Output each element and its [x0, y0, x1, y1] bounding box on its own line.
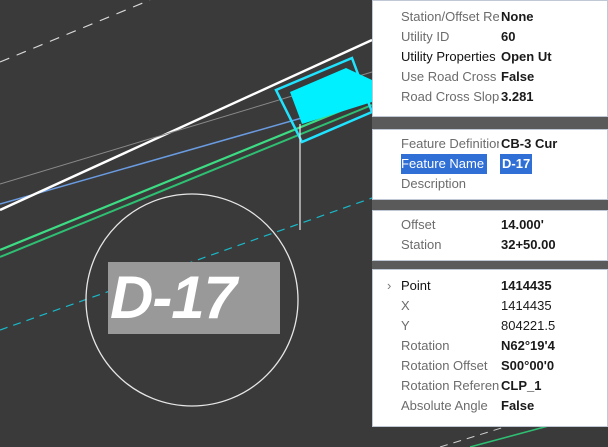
property-group-location: Offset 14.000' Station 32+50.00	[372, 210, 608, 261]
property-label: Rotation Referenc	[401, 378, 499, 393]
property-row[interactable]: X 1414435	[373, 296, 607, 316]
property-value: CLP_1	[501, 378, 542, 393]
property-row[interactable]: Y 804221.5	[373, 316, 607, 336]
property-value: 3.281	[501, 89, 534, 104]
property-label: Feature Name	[401, 154, 488, 174]
property-group-utility: Station/Offset Ref None Utility ID 60 Util…	[372, 0, 608, 117]
property-label: X	[401, 298, 410, 313]
property-value: 14.000'	[501, 217, 544, 232]
property-row[interactable]: Description	[373, 174, 607, 194]
property-label: Offset	[401, 217, 436, 232]
property-label: Y	[401, 318, 410, 333]
property-label: Utility ID	[401, 29, 450, 44]
property-row[interactable]: Rotation Offset S00°00'0	[373, 356, 607, 376]
property-label: Point	[401, 278, 431, 293]
property-label: Rotation Offset	[401, 358, 488, 373]
property-row[interactable]: Use Road Cross S False	[373, 67, 607, 87]
property-row[interactable]: Rotation Referenc CLP_1	[373, 376, 607, 396]
property-value: 1414435	[501, 278, 552, 293]
property-label: Use Road Cross S	[401, 69, 499, 84]
property-value: False	[501, 69, 535, 84]
property-row[interactable]: Utility ID 60	[373, 27, 607, 47]
property-label: Station	[401, 237, 442, 252]
property-row-selected[interactable]: Feature Name D-17	[373, 154, 607, 174]
property-row[interactable]: Station/Offset Ref None	[373, 7, 607, 27]
property-label: Road Cross Slope	[401, 89, 499, 104]
property-label: Utility Properties	[401, 49, 496, 64]
group-divider	[372, 200, 608, 210]
property-row[interactable]: Rotation N62°19'4	[373, 336, 607, 356]
property-row[interactable]: Station 32+50.00	[373, 235, 607, 255]
property-value: 32+50.00	[501, 237, 556, 252]
property-group-point: › Point 1414435 X 1414435 Y 804221.5 Rotatio…	[372, 269, 608, 427]
property-value: None	[501, 9, 534, 24]
property-row[interactable]: Offset 14.000'	[373, 215, 607, 235]
property-value: S00°00'0	[501, 358, 555, 373]
property-row[interactable]: Absolute Angle False	[373, 396, 607, 416]
property-row[interactable]: Feature Definition CB-3 Cur	[373, 134, 607, 154]
property-value: N62°19'4	[501, 338, 555, 353]
property-row[interactable]: Road Cross Slope 3.281	[373, 87, 607, 107]
property-value: CB-3 Cur	[501, 136, 558, 151]
chevron-right-icon[interactable]: ›	[387, 276, 391, 296]
property-label: Absolute Angle	[401, 398, 488, 413]
property-value[interactable]: D-17	[500, 154, 533, 174]
property-label: Station/Offset Ref	[401, 9, 499, 24]
property-label: Rotation	[401, 338, 450, 353]
property-label: Feature Definition	[401, 136, 499, 151]
property-value: 1414435	[501, 298, 552, 313]
group-divider	[372, 117, 608, 129]
property-value: 804221.5	[501, 318, 556, 333]
property-group-feature: Feature Definition CB-3 Cur Feature Name D…	[372, 129, 608, 200]
group-divider	[372, 261, 608, 269]
property-value: False	[501, 398, 535, 413]
property-value: 60	[501, 29, 516, 44]
property-value: Open Ut	[501, 49, 552, 64]
property-row[interactable]: › Point 1414435	[373, 276, 607, 296]
feature-label-text: D-17	[110, 264, 237, 331]
property-row[interactable]: Utility Properties Open Ut	[373, 47, 607, 67]
property-label: Description	[401, 176, 467, 191]
